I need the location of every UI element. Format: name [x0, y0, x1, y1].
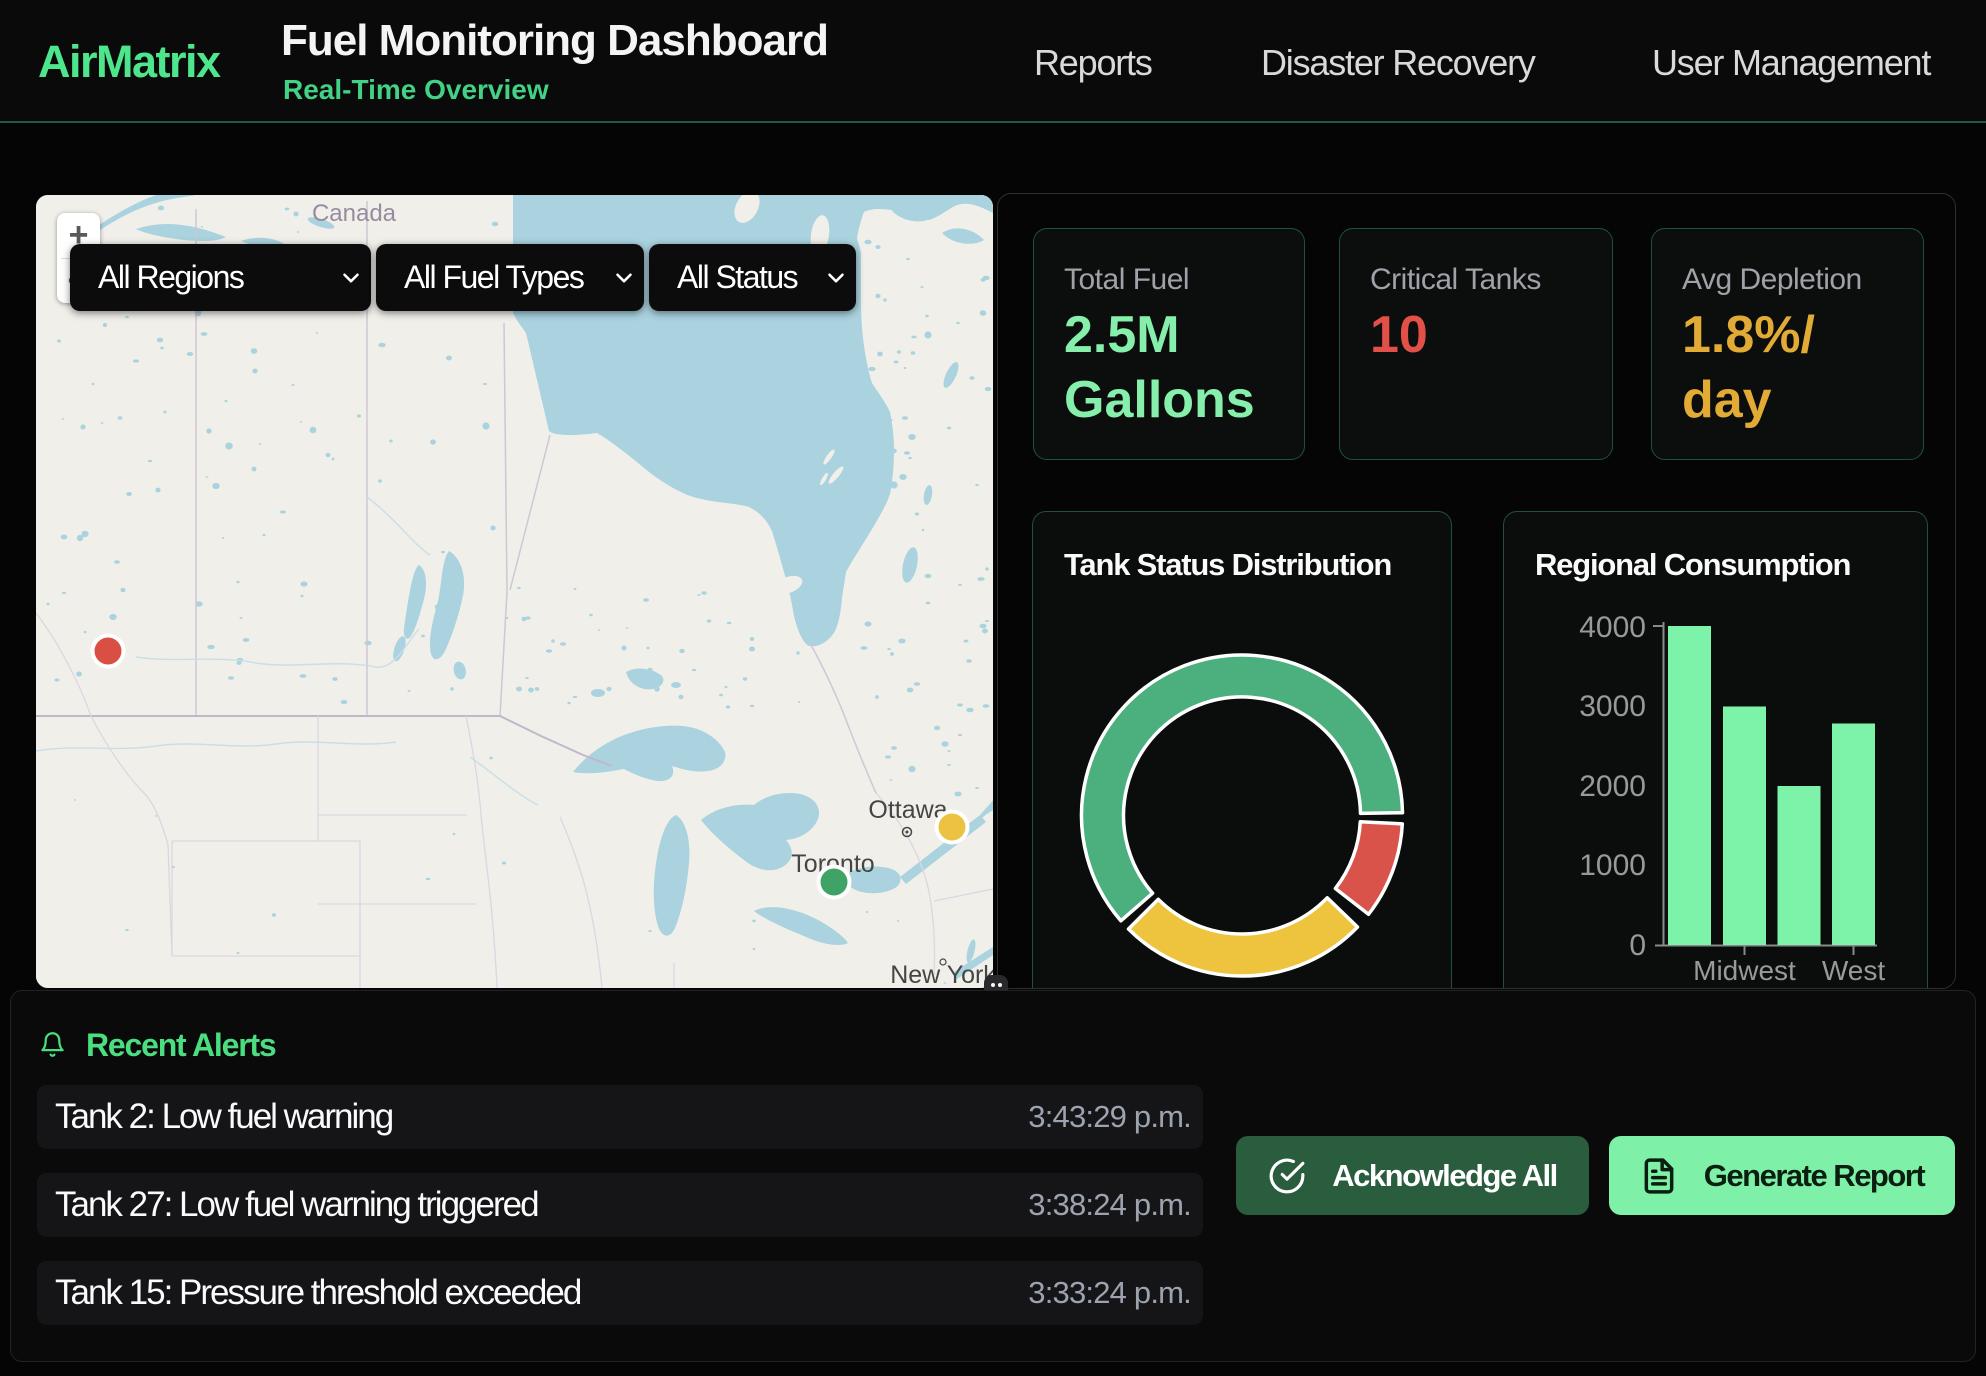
svg-text:West: West	[1822, 955, 1885, 986]
svg-text:Midwest: Midwest	[1693, 955, 1796, 986]
svg-text:4000: 4000	[1579, 611, 1646, 644]
svg-text:3000: 3000	[1579, 690, 1646, 723]
svg-text:0: 0	[1629, 929, 1646, 962]
svg-text:1000: 1000	[1579, 849, 1646, 882]
svg-text:2000: 2000	[1579, 770, 1646, 803]
